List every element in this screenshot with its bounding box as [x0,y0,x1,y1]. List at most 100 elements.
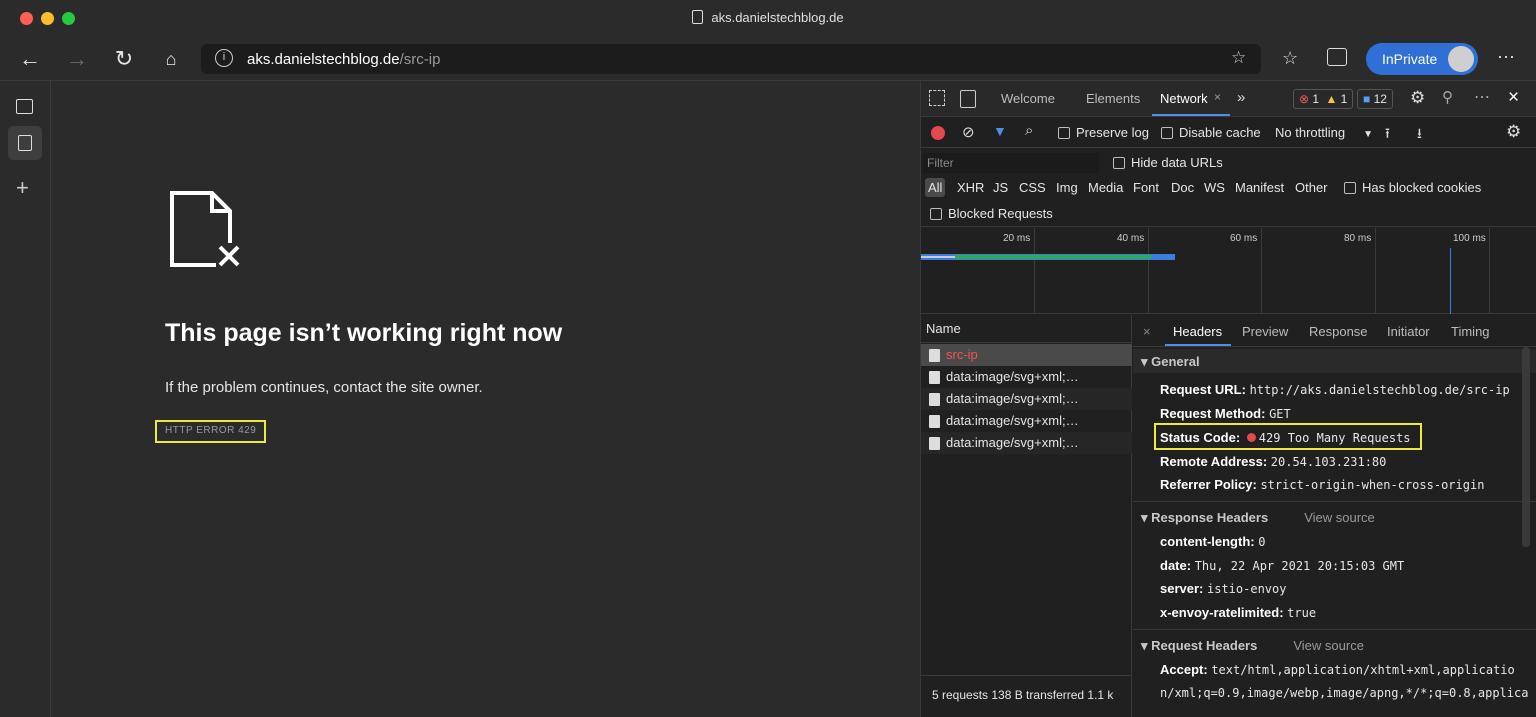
inprivate-button[interactable]: InPrivate [1366,43,1478,75]
timeline-bar-green [955,255,1151,259]
has-blocked-cookies-checkbox[interactable]: Has blocked cookies [1344,180,1481,195]
type-filter-doc[interactable]: Doc [1171,180,1194,195]
details-scrollbar[interactable] [1522,347,1530,547]
request-row[interactable]: src-ip [921,344,1132,366]
tab-network[interactable]: Network [1160,91,1208,106]
hide-data-urls-checkbox[interactable]: Hide data URLs [1113,155,1223,170]
close-tab-icon[interactable]: × [1214,90,1221,104]
grid-line [1034,228,1035,314]
type-filter-media[interactable]: Media [1088,180,1123,195]
clear-icon[interactable]: ⊘ [962,123,975,141]
export-har-icon[interactable]: ⭳ [1417,123,1422,147]
new-tab-icon[interactable]: + [16,175,29,201]
request-row[interactable]: data:image/svg+xml;… [921,410,1132,432]
preserve-log-checkbox[interactable]: Preserve log [1058,125,1149,140]
site-info-icon[interactable]: i [215,49,233,67]
favorites-icon[interactable]: ☆ [1282,48,1298,69]
throttling-select[interactable]: No throttling ▼ [1275,125,1373,140]
request-header-row: Accept: text/html,application/xhtml+xml,… [1160,662,1515,677]
hide-data-urls-box[interactable] [1113,157,1125,169]
response-header-row: content-length: 0 [1160,534,1265,549]
type-filter-css[interactable]: CSS [1019,180,1046,195]
request-name: src-ip [946,347,978,362]
type-filter-font[interactable]: Font [1133,180,1159,195]
value: GET [1269,407,1291,421]
value: istio-envoy [1207,582,1287,596]
message-count: 12 [1373,92,1387,106]
tab-preview[interactable]: Preview [1242,324,1288,339]
type-filter-js[interactable]: JS [993,180,1008,195]
settings-icon[interactable]: ⚙ [1410,88,1425,108]
image-icon [929,371,940,384]
request-row[interactable]: data:image/svg+xml;… [921,366,1132,388]
request-row[interactable]: data:image/svg+xml;… [921,432,1132,454]
blocked-requests-box[interactable] [930,208,942,220]
tab-response[interactable]: Response [1309,324,1368,339]
device-emulation-icon[interactable] [960,90,976,108]
has-blocked-cookies-box[interactable] [1344,182,1356,194]
inspect-element-icon[interactable] [929,90,945,106]
preserve-log-box[interactable] [1058,127,1070,139]
type-filter-other[interactable]: Other [1295,180,1328,195]
refresh-icon[interactable]: ↻ [110,45,138,73]
type-filter-xhr[interactable]: XHR [957,180,984,195]
search-icon[interactable]: ⌕ [1025,122,1033,139]
active-tab-indicator [1152,114,1230,116]
image-icon [929,437,940,450]
collections-icon[interactable] [1327,48,1347,66]
disable-cache-checkbox[interactable]: Disable cache [1161,125,1261,140]
messages-badge[interactable]: ■ 12 [1357,89,1393,109]
tab-welcome[interactable]: Welcome [1001,91,1055,106]
error-count: 1 [1312,92,1320,106]
key: content-length: [1160,534,1255,549]
active-details-tab-indicator [1165,344,1231,346]
blocked-requests-checkbox[interactable]: Blocked Requests [930,206,1053,221]
name-column-header[interactable]: Name [921,315,1132,343]
request-url-row: Request URL: http://aks.danielstechblog.… [1160,382,1510,397]
more-tabs-button[interactable]: » [1237,89,1245,106]
tab-actions-icon[interactable] [16,99,33,114]
import-har-icon[interactable]: ⭱ [1385,123,1390,147]
tab-timing[interactable]: Timing [1451,324,1490,339]
more-options-icon[interactable]: ⋯ [1497,47,1516,68]
disable-cache-box[interactable] [1161,127,1173,139]
close-details-icon[interactable]: × [1143,324,1151,339]
sidebar-tab-current[interactable] [8,126,42,160]
network-settings-icon[interactable]: ⚙ [1506,122,1521,142]
type-filter-all[interactable]: All [925,178,946,197]
filter-input[interactable]: Filter [923,153,1099,173]
network-overview-timeline[interactable]: 20 ms 40 ms 60 ms 80 ms 100 ms [921,228,1536,314]
type-filter-manifest[interactable]: Manifest [1235,180,1284,195]
general-section-header[interactable]: ▾ General [1133,349,1536,373]
issues-badge[interactable]: ⊗ 1 ▲ 1 [1293,89,1354,109]
preserve-log-label: Preserve log [1076,125,1149,140]
filter-icon[interactable]: ▼ [993,123,1007,139]
add-favorite-icon[interactable]: ☆ [1231,48,1246,68]
value: 20.54.103.231:80 [1270,455,1387,469]
request-name: data:image/svg+xml;… [946,391,1079,406]
view-source-link[interactable]: View source [1304,510,1375,525]
back-icon[interactable]: ← [16,45,44,73]
page-icon [692,10,704,24]
address-bar[interactable]: i aks.danielstechblog.de/src-ip ☆ [201,44,1261,74]
response-headers-section-header[interactable]: ▾ Response Headers View source [1133,501,1536,529]
connect-icon[interactable]: ⚲ [1442,88,1453,106]
close-devtools-icon[interactable]: × [1508,87,1519,109]
tab-elements[interactable]: Elements [1086,91,1140,106]
key: Accept: [1160,662,1208,677]
request-name: data:image/svg+xml;… [946,413,1079,428]
request-row[interactable]: data:image/svg+xml;… [921,388,1132,410]
request-headers-section-header[interactable]: ▾ Request Headers View source [1133,629,1536,657]
type-filter-img[interactable]: Img [1056,180,1078,195]
customize-icon[interactable]: ⋯ [1474,87,1490,107]
view-source-link[interactable]: View source [1293,638,1364,653]
tab-headers[interactable]: Headers [1173,324,1222,339]
record-icon[interactable] [931,126,945,140]
request-details: × Headers Preview Response Initiator Tim… [1133,315,1536,717]
forward-icon[interactable]: → [63,45,91,73]
value: strict-origin-when-cross-origin [1260,478,1485,492]
type-filter-ws[interactable]: WS [1204,180,1225,195]
details-tabbar: × Headers Preview Response Initiator Tim… [1133,315,1536,347]
home-icon[interactable]: ⌂ [157,45,185,73]
tab-initiator[interactable]: Initiator [1387,324,1430,339]
